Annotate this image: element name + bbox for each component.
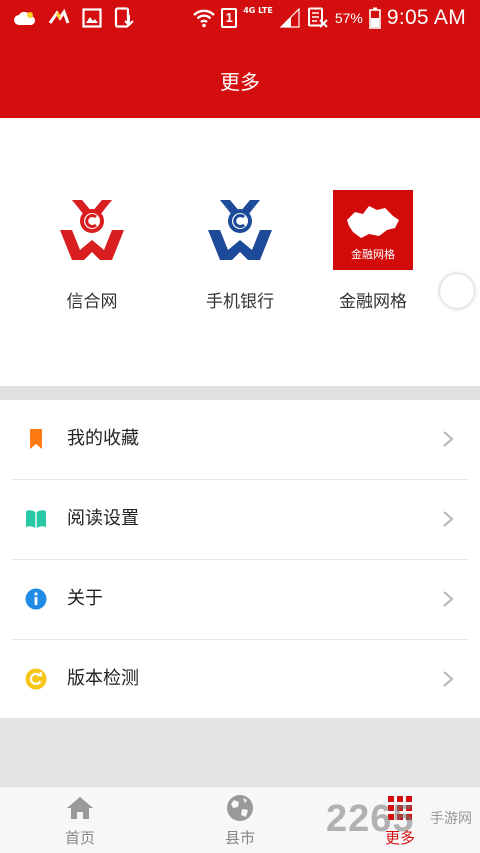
watermark-text: 手游网 <box>430 811 472 827</box>
shortcut-label: 金融网格 <box>339 292 407 312</box>
bookmark-icon <box>30 429 42 449</box>
bank-logo-red-icon <box>60 200 124 260</box>
system-status: 1 4G LTE 57% 9:05 AM <box>193 4 466 32</box>
clock: 9:05 AM <box>386 6 466 29</box>
menu-label: 版本检测 <box>67 668 139 689</box>
shortcut-mobile-bank[interactable]: 手机银行 <box>180 190 300 312</box>
update-icon <box>25 668 47 690</box>
chevron-right-icon <box>443 511 454 527</box>
sim-indicator: 1 <box>221 8 238 28</box>
shortcut-xinhewang[interactable]: 信合网 <box>32 190 152 312</box>
chevron-right-icon <box>443 431 454 447</box>
menu-item-reading-settings[interactable]: 阅读设置 <box>0 480 480 560</box>
nav-label: 县市 <box>224 829 255 847</box>
nav-tab-home[interactable]: 首页 <box>30 793 130 848</box>
network-type: 4G LTE <box>243 5 273 15</box>
shortcut-panel: 信合网 手机银行 金融网格 金融网格 <box>0 118 480 386</box>
download-phone-icon <box>114 7 134 28</box>
menu-label: 阅读设置 <box>67 508 139 529</box>
app-header: 更多 <box>0 36 480 118</box>
home-icon <box>67 797 93 819</box>
nav-tab-county[interactable]: 县市 <box>190 793 290 848</box>
nav-label: 首页 <box>64 829 95 847</box>
menu-label: 关于 <box>67 588 103 609</box>
menu-item-about[interactable]: 关于 <box>0 560 480 640</box>
globe-icon <box>227 795 253 821</box>
notification-icons <box>14 7 134 29</box>
hubei-map-logo-icon: 金融网格 <box>333 190 413 270</box>
wifi-icon <box>193 9 216 28</box>
watermark: 2265 手游网 <box>326 798 480 844</box>
floating-assistive-button[interactable] <box>440 274 474 308</box>
shortcut-label: 信合网 <box>66 292 118 312</box>
chevron-right-icon <box>443 671 454 687</box>
chevron-right-icon <box>443 591 454 607</box>
shortcut-label: 手机银行 <box>206 292 274 312</box>
image-icon <box>82 8 102 28</box>
sim-disabled-icon <box>307 7 328 28</box>
section-divider <box>0 386 480 400</box>
menu-label: 我的收藏 <box>67 428 139 449</box>
bank-logo-blue-icon <box>208 200 272 260</box>
page-title: 更多 <box>220 70 260 94</box>
book-icon <box>26 510 46 528</box>
info-icon <box>25 588 47 610</box>
shortcut-finance-grid[interactable]: 金融网格 金融网格 <box>313 190 433 312</box>
menu-item-favorites[interactable]: 我的收藏 <box>0 400 480 480</box>
logo-text: 金融网格 <box>351 247 395 261</box>
battery-percent: 57% <box>334 10 363 26</box>
app-notification-icon <box>48 9 70 24</box>
status-bar: 1 4G LTE 57% 9:05 AM <box>0 0 480 36</box>
cloud-icon <box>14 11 36 25</box>
watermark-number: 2265 <box>326 798 415 840</box>
settings-menu: 我的收藏 阅读设置 关于 版本检测 <box>0 400 480 718</box>
menu-item-version-check[interactable]: 版本检测 <box>0 640 480 720</box>
empty-area <box>0 718 480 786</box>
battery-icon <box>369 7 381 29</box>
signal-icon <box>279 8 300 28</box>
